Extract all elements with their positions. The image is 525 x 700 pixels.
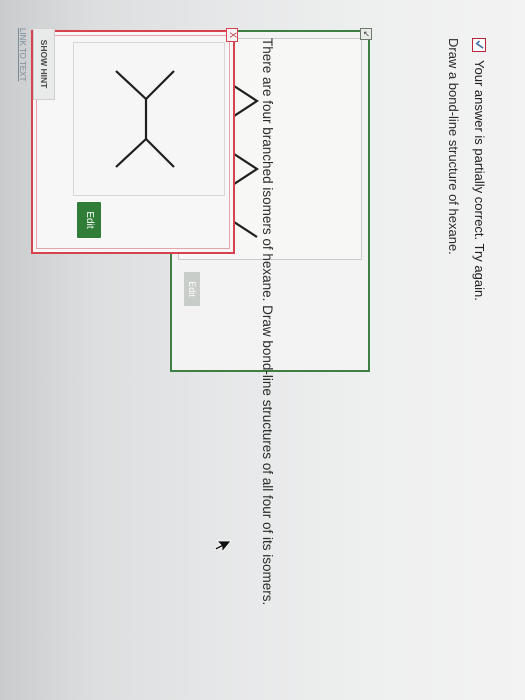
- question-page: Your answer is partially correct. Try ag…: [0, 0, 525, 700]
- show-hint-button[interactable]: SHOW HINT: [33, 28, 55, 100]
- link-to-text[interactable]: LINK TO TEXT: [18, 28, 27, 81]
- checkmark-icon: [472, 38, 486, 52]
- mouse-cursor-icon: [209, 540, 232, 554]
- branched-isomer-structure: [115, 70, 175, 168]
- isomer-answer-panel: Edit X: [31, 28, 238, 254]
- isomer-drawing[interactable]: [73, 42, 225, 196]
- corner-marker-icon: ↙: [360, 28, 372, 40]
- question-branched-isomers: There are four branched isomers of hexan…: [260, 38, 275, 606]
- edit-button-disabled: Edit: [184, 272, 200, 306]
- question-hexane: Draw a bond-line structure of hexane.: [446, 38, 461, 255]
- edit-button[interactable]: Edit: [77, 202, 101, 238]
- remove-icon[interactable]: X: [226, 28, 238, 42]
- feedback-text: Your answer is partially correct. Try ag…: [472, 60, 487, 301]
